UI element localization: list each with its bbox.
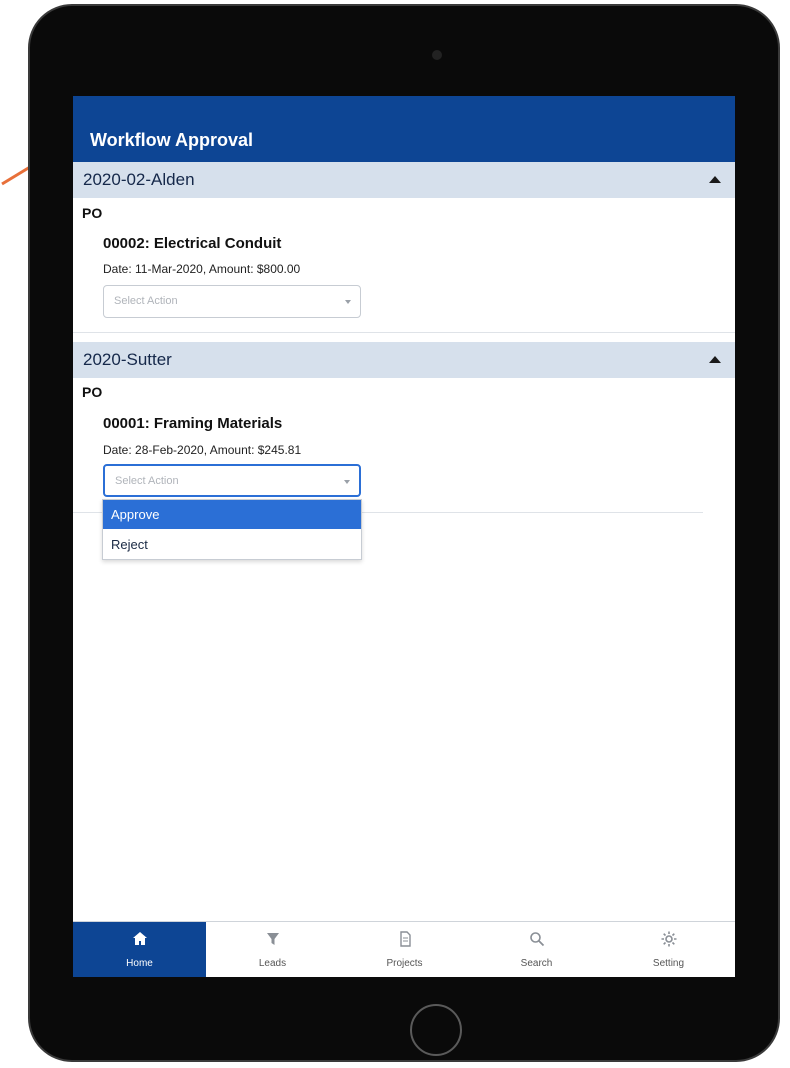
document-icon [338,930,471,948]
item-meta: Date: 28-Feb-2020, Amount: $245.81 [103,443,302,457]
chevron-down-icon [344,480,350,484]
item-title: 00001: Framing Materials [103,415,283,432]
option-approve[interactable]: Approve [103,500,361,529]
collapse-caret-icon[interactable] [709,176,721,183]
tab-setting[interactable]: Setting [602,922,735,977]
chevron-down-icon [345,300,351,304]
app-screen: Workflow Approval 2020-02-Alden PO 00002… [73,96,735,977]
collapse-caret-icon[interactable] [709,356,721,363]
tab-label: Setting [652,958,685,969]
app-header: Workflow Approval [73,96,735,162]
home-hardware-button[interactable] [410,1004,462,1056]
group-type-label: PO [82,205,103,221]
tab-label: Home [126,958,153,969]
action-select[interactable]: Select Action [103,285,361,318]
tab-label: Projects [386,958,423,969]
group-title: 2020-Sutter [83,350,172,369]
page-title: Workflow Approval [90,130,254,150]
bottom-tab-bar: Home Leads Projects Search Setting [73,921,735,977]
select-placeholder: Select Action [114,295,178,307]
group-title: 2020-02-Alden [83,170,195,189]
camera [432,50,442,60]
gear-icon [602,930,735,948]
select-placeholder: Select Action [115,475,179,487]
item-title: 00002: Electrical Conduit [103,235,282,252]
funnel-icon [206,930,339,948]
tab-search[interactable]: Search [470,922,603,977]
action-dropdown-menu: Approve Reject [102,499,362,560]
group-header-alden[interactable]: 2020-02-Alden [73,162,735,198]
tab-label: Search [520,958,553,969]
home-icon [73,930,206,948]
divider [73,332,735,333]
tab-label: Leads [258,958,287,969]
action-select[interactable]: Select Action [103,464,361,497]
tab-home[interactable]: Home [73,922,206,977]
tab-leads[interactable]: Leads [206,922,339,977]
search-icon [470,930,603,948]
group-header-sutter[interactable]: 2020-Sutter [73,342,735,378]
group-type-label: PO [82,384,103,400]
option-reject[interactable]: Reject [103,530,361,559]
tab-projects[interactable]: Projects [338,922,471,977]
item-meta: Date: 11-Mar-2020, Amount: $800.00 [103,262,301,276]
